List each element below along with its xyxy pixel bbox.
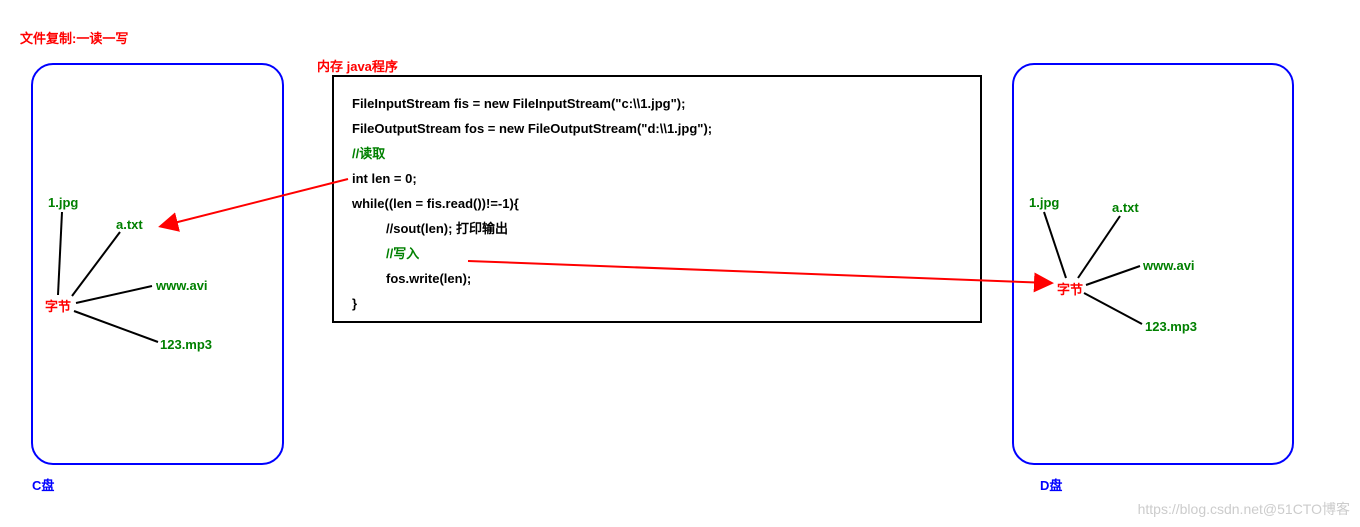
byte-label-left: 字节 — [45, 296, 71, 315]
code-line-8: fos.write(len); — [352, 272, 962, 285]
file-1jpg-right: 1.jpg — [1029, 195, 1059, 210]
code-line-9: } — [352, 297, 962, 310]
code-line-1: FileInputStream fis = new FileInputStrea… — [352, 97, 962, 110]
memory-label: 内存 java程序 — [317, 56, 398, 75]
code-line-6: //sout(len); 打印输出 — [352, 222, 962, 235]
file-123mp3-right: 123.mp3 — [1145, 319, 1197, 334]
watermark: https://blog.csdn.net@51CTO博客 — [1138, 499, 1350, 519]
file-wwwavi-right: www.avi — [1143, 258, 1195, 273]
code-line-4: int len = 0; — [352, 172, 962, 185]
file-atxt-left: a.txt — [116, 217, 143, 232]
code-line-7: //写入 — [352, 247, 962, 260]
d-drive-label: D盘 — [1040, 475, 1062, 494]
file-atxt-right: a.txt — [1112, 200, 1139, 215]
c-drive-box — [31, 63, 284, 465]
diagram-title: 文件复制:一读一写 — [20, 28, 128, 47]
code-line-3: //读取 — [352, 147, 962, 160]
byte-label-right: 字节 — [1057, 279, 1083, 298]
code-line-2: FileOutputStream fos = new FileOutputStr… — [352, 122, 962, 135]
file-1jpg-left: 1.jpg — [48, 195, 78, 210]
file-wwwavi-left: www.avi — [156, 278, 208, 293]
code-box: FileInputStream fis = new FileInputStrea… — [332, 75, 982, 323]
c-drive-label: C盘 — [32, 475, 54, 494]
code-line-5: while((len = fis.read())!=-1){ — [352, 197, 962, 210]
file-123mp3-left: 123.mp3 — [160, 337, 212, 352]
